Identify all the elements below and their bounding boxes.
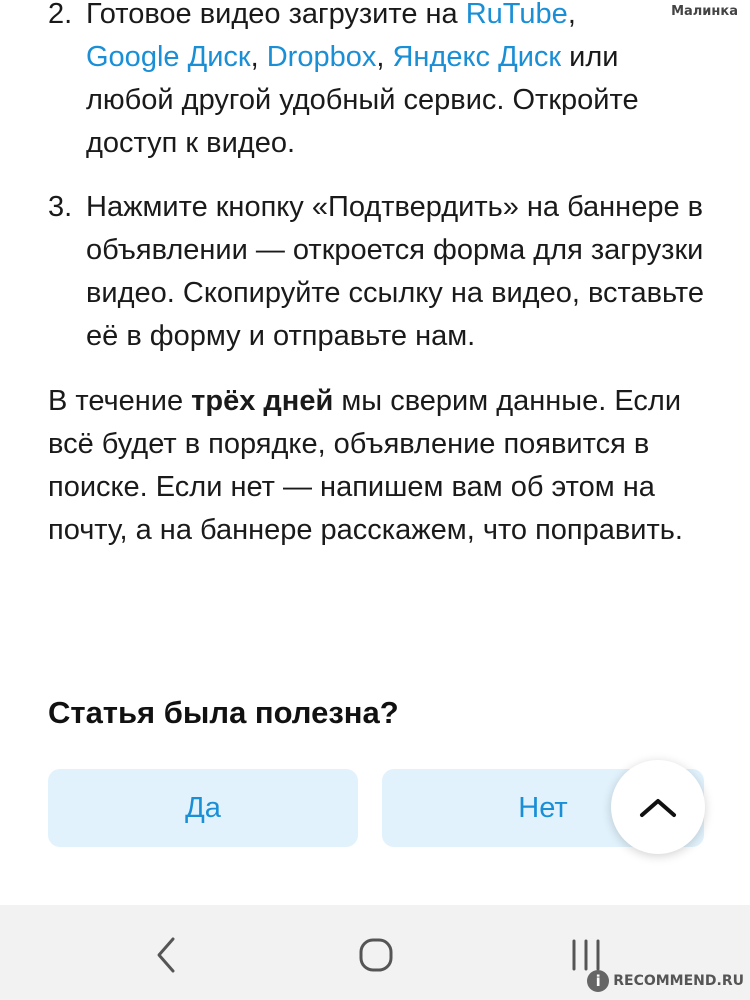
step-number: 2. <box>48 0 73 30</box>
step-text-part: , <box>250 41 267 73</box>
info-paragraph: В течение трёх дней мы сверим данные. Ес… <box>48 380 708 552</box>
rutube-link[interactable]: RuTube <box>466 0 568 30</box>
watermark-logo-icon: i <box>587 970 610 992</box>
feedback-title: Статья была полезна? <box>48 695 399 730</box>
step-text-part: , <box>376 41 393 73</box>
step-text-part: , <box>567 0 576 30</box>
google-disk-link[interactable]: Google Диск <box>86 41 251 73</box>
chevron-up-icon <box>640 799 676 817</box>
list-item: 3. Нажмите кнопку «Подтвердить» на банне… <box>48 186 708 358</box>
nav-recent-apps-button[interactable] <box>566 935 606 975</box>
list-item: 2. Готовое видео загрузите на RuTube, Goo… <box>48 0 708 165</box>
scroll-to-top-button[interactable] <box>611 760 705 854</box>
step-text: Готовое видео загрузите на RuTube, Google… <box>86 0 708 165</box>
back-icon <box>157 937 175 973</box>
recent-apps-icon <box>572 939 600 971</box>
step-text: Нажмите кнопку «Подтвердить» на баннере … <box>86 191 704 352</box>
step-text-part: Готовое видео загрузите на <box>86 0 466 30</box>
nav-home-button[interactable] <box>356 935 396 975</box>
nav-back-button[interactable] <box>147 935 187 975</box>
steps-list: 2. Готовое видео загрузите на RuTube, Goo… <box>48 0 708 358</box>
dropbox-link[interactable]: Dropbox <box>267 41 377 73</box>
yes-button[interactable]: Да <box>48 769 358 847</box>
article-content: 2. Готовое видео загрузите на RuTube, Goo… <box>48 0 708 552</box>
paragraph-bold-text: трёх дней <box>191 385 334 417</box>
home-icon <box>359 938 393 972</box>
watermark-text: RECOMMEND.RU <box>613 973 744 989</box>
watermark-bottom: i RECOMMEND.RU <box>587 970 744 992</box>
yandex-disk-link[interactable]: Яндекс Диск <box>392 41 561 73</box>
step-number: 3. <box>48 191 73 223</box>
paragraph-text: В течение <box>48 385 192 417</box>
